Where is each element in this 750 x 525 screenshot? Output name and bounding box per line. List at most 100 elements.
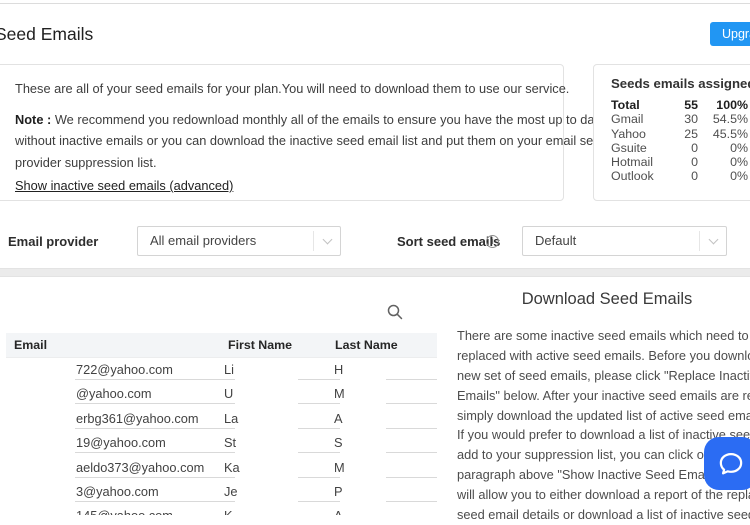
- provider-label: Gsuite: [611, 141, 658, 155]
- email-field-underline: [75, 501, 235, 502]
- intro-note: Note : We recommend you redownload month…: [15, 109, 624, 173]
- search-icon[interactable]: [386, 303, 404, 321]
- seeds-stat-row: Outlook 0 0%: [611, 169, 748, 183]
- table-row: @yahoo.com U M: [6, 382, 437, 406]
- provider-label: Yahoo: [611, 127, 658, 141]
- email-cell: 722@yahoo.com: [76, 362, 173, 377]
- provider-percent: 0%: [698, 169, 748, 183]
- seeds-stat-row: Gmail 30 54.5%: [611, 112, 748, 126]
- seed-emails-table-card: Email First Name Last Name 722@yahoo.com…: [6, 277, 437, 515]
- first-name-cell: La: [224, 411, 238, 426]
- first-name-field-underline: [298, 403, 340, 404]
- first-name-cell: K: [224, 508, 233, 515]
- email-field-underline: [75, 403, 235, 404]
- last-name-field-underline: [386, 452, 437, 453]
- chevron-down-icon: [323, 236, 331, 244]
- chat-bubble-icon: [717, 450, 745, 478]
- table-row: 3@yahoo.com Je P: [6, 480, 437, 504]
- email-cell: 19@yahoo.com: [76, 435, 166, 450]
- info-icon[interactable]: i: [486, 235, 499, 248]
- intro-card: These are all of your seed emails for yo…: [0, 64, 564, 201]
- provider-percent: 0%: [698, 155, 748, 169]
- sort-value: Default: [535, 227, 576, 255]
- chevron-down-icon: [709, 236, 717, 244]
- provider-label: Outlook: [611, 169, 658, 183]
- provider-count: 25: [658, 127, 698, 141]
- column-header-last-name: Last Name: [335, 333, 398, 358]
- upgrade-button[interactable]: Upgrade: [710, 22, 750, 46]
- email-field-underline: [75, 477, 235, 478]
- provider-percent: 45.5%: [698, 127, 748, 141]
- email-field-underline: [75, 452, 235, 453]
- last-name-field-underline: [386, 501, 437, 502]
- first-name-cell: Li: [224, 362, 234, 377]
- email-provider-label: Email provider: [8, 234, 98, 249]
- email-cell: 3@yahoo.com: [76, 484, 159, 499]
- provider-count: 55: [658, 98, 698, 112]
- table-header: Email First Name Last Name: [6, 333, 437, 358]
- intro-text: These are all of your seed emails for yo…: [15, 81, 569, 96]
- email-cell: erbg361@yahoo.com: [76, 411, 199, 426]
- table-row: 145@yahoo.com K A: [6, 504, 437, 515]
- top-divider: [0, 3, 750, 4]
- provider-count: 0: [658, 155, 698, 169]
- email-provider-value: All email providers: [150, 227, 256, 255]
- provider-percent: 0%: [698, 141, 748, 155]
- last-name-field-underline: [386, 428, 437, 429]
- download-panel-title: Download Seed Emails: [444, 290, 750, 309]
- email-cell: @yahoo.com: [76, 386, 152, 401]
- seeds-assigned-stats: Total 55 100% Gmail 30 54.5% Yahoo 25 45…: [611, 98, 748, 184]
- dropdown-separator: [699, 231, 700, 251]
- provider-percent: 54.5%: [698, 112, 748, 126]
- provider-count: 0: [658, 169, 698, 183]
- first-name-cell: U: [224, 386, 233, 401]
- sort-seed-emails-label: Sort seed emails: [397, 234, 500, 249]
- last-name-cell: H: [334, 362, 343, 377]
- first-name-field-underline: [298, 428, 340, 429]
- first-name-field-underline: [298, 501, 340, 502]
- seeds-assigned-title: Seeds emails assigned: [611, 76, 750, 91]
- download-panel-paragraph-1: There are some inactive seed emails whic…: [457, 326, 750, 426]
- note-text: We recommend you redownload monthly all …: [15, 112, 624, 170]
- provider-count: 0: [658, 141, 698, 155]
- last-name-cell: P: [334, 484, 343, 499]
- column-header-first-name: First Name: [228, 333, 292, 358]
- show-inactive-seed-emails-link[interactable]: Show inactive seed emails (advanced): [15, 178, 233, 193]
- first-name-field-underline: [298, 477, 340, 478]
- table-row: erbg361@yahoo.com La A: [6, 407, 437, 431]
- table-body: 722@yahoo.com Li H @yahoo.com U M erbg36…: [6, 358, 437, 515]
- first-name-cell: Ka: [224, 460, 240, 475]
- provider-label: Hotmail: [611, 155, 658, 169]
- section-divider: [0, 268, 750, 277]
- provider-label: Total: [611, 98, 658, 112]
- table-row: 722@yahoo.com Li H: [6, 358, 437, 382]
- last-name-field-underline: [386, 379, 437, 380]
- email-cell: aeldo373@yahoo.com: [76, 460, 204, 475]
- note-label: Note :: [15, 112, 51, 127]
- seeds-stat-row: Gsuite 0 0%: [611, 141, 748, 155]
- email-field-underline: [75, 379, 235, 380]
- provider-label: Gmail: [611, 112, 658, 126]
- email-field-underline: [75, 428, 235, 429]
- chat-widget-button[interactable]: [704, 437, 750, 490]
- page-title: Seed Emails: [0, 24, 93, 45]
- last-name-cell: M: [334, 460, 345, 475]
- column-header-email: Email: [14, 333, 47, 358]
- first-name-cell: St: [224, 435, 236, 450]
- first-name-field-underline: [298, 452, 340, 453]
- seeds-stat-row: Hotmail 0 0%: [611, 155, 748, 169]
- last-name-cell: A: [334, 411, 343, 426]
- last-name-field-underline: [386, 477, 437, 478]
- dropdown-separator: [313, 231, 314, 251]
- email-provider-select[interactable]: All email providers: [137, 226, 341, 256]
- table-row: 19@yahoo.com St S: [6, 431, 437, 455]
- table-row: aeldo373@yahoo.com Ka M: [6, 456, 437, 480]
- sort-seed-emails-select[interactable]: Default: [522, 226, 727, 256]
- last-name-field-underline: [386, 403, 437, 404]
- seeds-stat-row: Yahoo 25 45.5%: [611, 127, 748, 141]
- email-cell: 145@yahoo.com: [76, 508, 173, 515]
- seeds-assigned-card: Seeds emails assigned Total 55 100% Gmai…: [593, 64, 750, 201]
- first-name-field-underline: [298, 379, 340, 380]
- last-name-cell: A: [334, 508, 343, 515]
- last-name-cell: S: [334, 435, 343, 450]
